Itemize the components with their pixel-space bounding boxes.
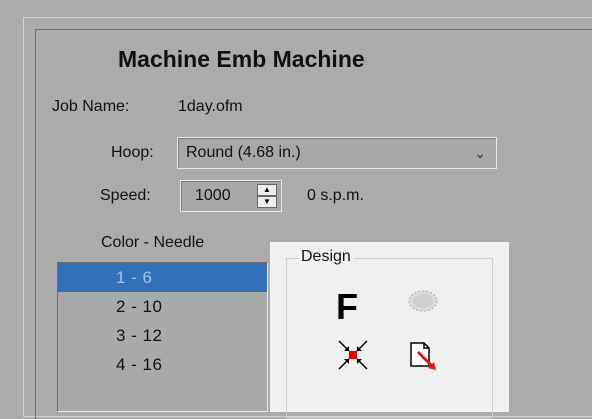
hoop-select[interactable]: Round (4.68 in.) ⌄ — [177, 137, 497, 169]
hoop-label: Hoop: — [111, 144, 154, 161]
design-group — [286, 258, 493, 418]
spin-down-icon[interactable]: ▼ — [257, 196, 277, 208]
chevron-down-icon[interactable]: ⌄ — [474, 138, 486, 168]
edit-document-icon[interactable] — [408, 340, 442, 372]
speed-value[interactable]: 1000 — [195, 187, 231, 205]
panel-title: Machine Emb Machine — [118, 46, 365, 72]
speed-label: Speed: — [100, 187, 151, 204]
list-item[interactable]: 1 - 6 — [58, 263, 267, 292]
design-label: Design — [298, 248, 354, 266]
list-item[interactable]: 4 - 16 — [58, 350, 267, 379]
speed-rate: 0 s.p.m. — [307, 187, 364, 204]
list-item[interactable]: 2 - 10 — [58, 292, 267, 321]
color-needle-label: Color - Needle — [101, 234, 205, 251]
font-button[interactable]: F — [336, 286, 358, 328]
spin-up-icon[interactable]: ▲ — [257, 184, 277, 196]
oval-icon[interactable] — [406, 288, 440, 314]
color-needle-list[interactable]: 1 - 6 2 - 10 3 - 12 4 - 16 — [57, 262, 268, 412]
center-arrows-icon[interactable] — [335, 338, 371, 372]
job-name-label: Job Name: — [52, 98, 130, 115]
hoop-select-value: Round (4.68 in.) — [186, 144, 301, 161]
job-name-value: 1day.ofm — [178, 98, 243, 115]
speed-spinner[interactable]: 1000 ▲ ▼ — [180, 180, 282, 212]
list-item[interactable]: 3 - 12 — [58, 321, 267, 350]
design-panel: Design F — [270, 242, 509, 418]
